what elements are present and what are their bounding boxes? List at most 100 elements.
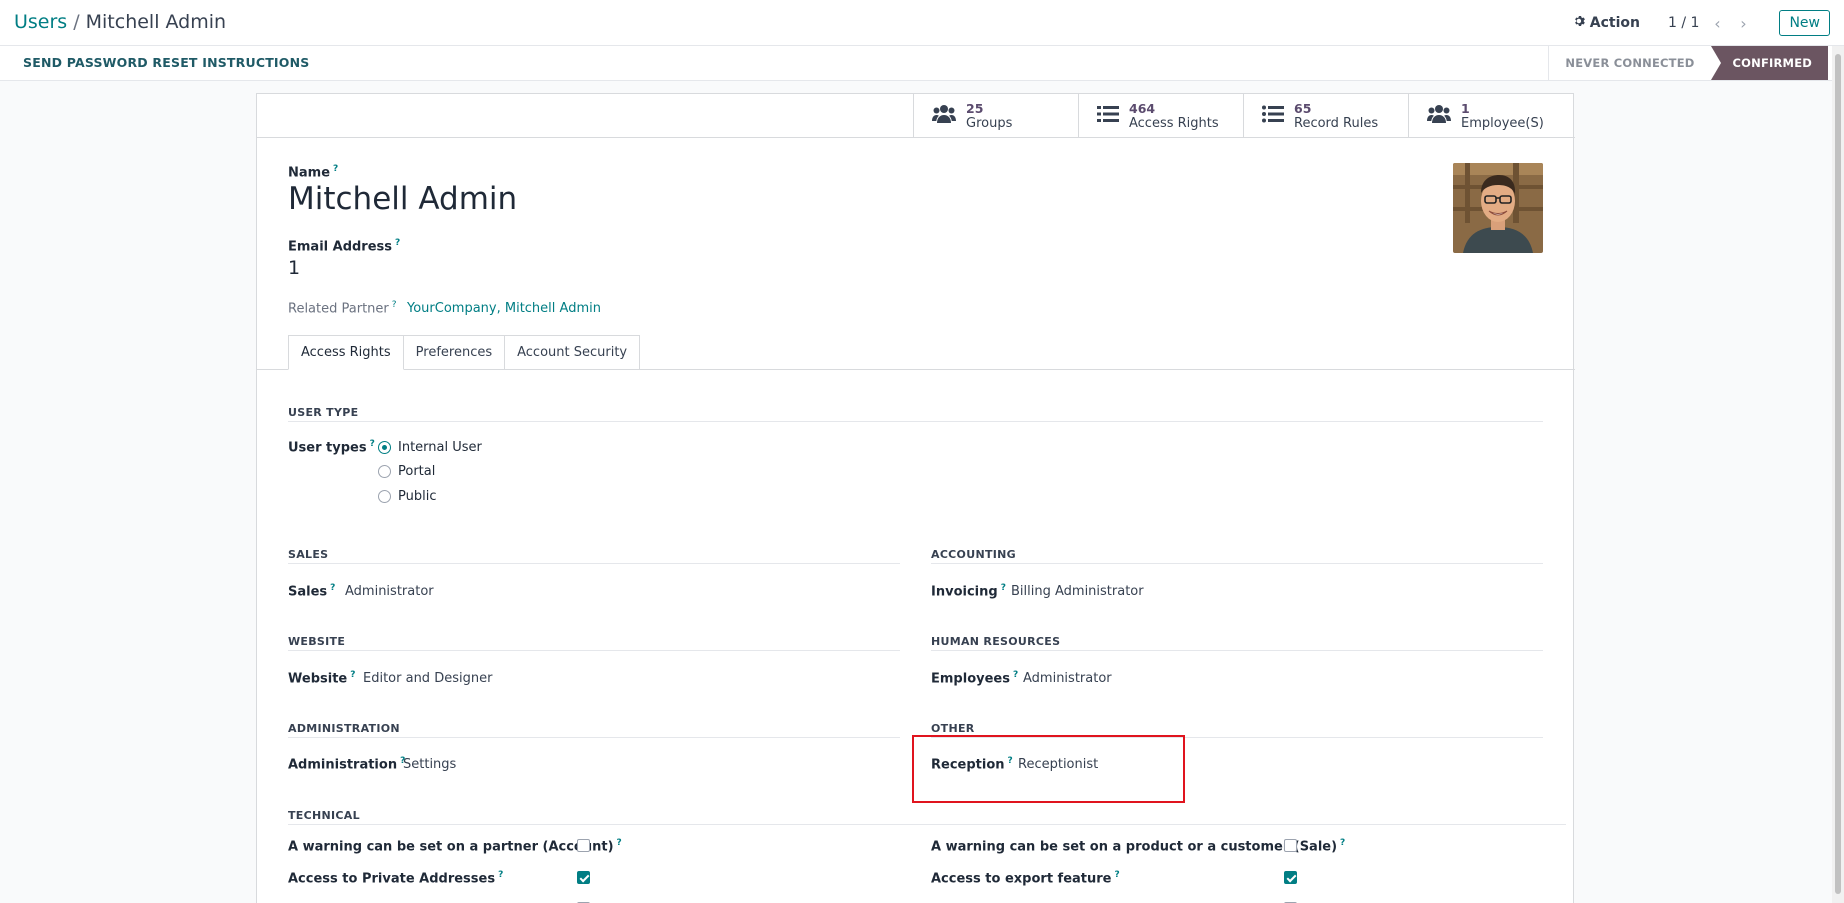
website-section-title: WEBSITE — [288, 635, 346, 648]
website-select[interactable]: Editor and Designer — [363, 671, 492, 686]
help-icon[interactable]: ? — [395, 238, 400, 248]
export-feature-label-text: Access to export feature — [931, 871, 1112, 887]
groups-smart-button[interactable]: 25 Groups — [913, 94, 1078, 138]
employees-stat: 1 Employee(S) — [1461, 101, 1544, 131]
notebook-tabs: Access Rights Preferences Account Securi… — [288, 335, 641, 370]
website-divider — [288, 650, 900, 651]
related-partner-label-text: Related Partner — [288, 301, 389, 317]
record-rules-smart-button[interactable]: 65 Record Rules — [1243, 94, 1408, 138]
administration-section-title: ADMINISTRATION — [288, 722, 400, 735]
employees-count: 1 — [1461, 101, 1470, 116]
administration-label-text: Administration — [288, 757, 398, 773]
tab-access-rights[interactable]: Access Rights — [288, 335, 404, 370]
related-partner-label: Related Partner? — [288, 300, 397, 316]
name-label: Name? — [288, 164, 338, 180]
control-panel: Users / Mitchell Admin Action 1 / 1 ‹ › Ne… — [0, 0, 1844, 46]
access-rights-smart-button[interactable]: 464 Access Rights — [1078, 94, 1243, 138]
user-type-section-title: USER TYPE — [288, 406, 359, 419]
new-button[interactable]: New — [1779, 10, 1830, 36]
help-icon[interactable]: ? — [1001, 583, 1006, 593]
private-addresses-checkbox[interactable] — [577, 871, 590, 884]
invoicing-select[interactable]: Billing Administrator — [1011, 584, 1144, 599]
export-feature-checkbox[interactable] — [1284, 871, 1297, 884]
partner-warning-label-text: A warning can be set on a partner (Accou… — [288, 839, 614, 855]
radio-internal-user[interactable]: Internal User — [378, 440, 482, 455]
help-icon[interactable]: ? — [498, 870, 503, 880]
radio-public-label: Public — [398, 489, 437, 504]
users-icon — [932, 104, 956, 128]
smart-button-box: 25 Groups 464 Access Rights 65 Record Ru… — [913, 94, 1573, 138]
help-icon[interactable]: ? — [370, 439, 375, 449]
administration-divider — [288, 737, 900, 738]
related-partner-link[interactable]: YourCompany, Mitchell Admin — [407, 301, 601, 316]
radio-portal[interactable]: Portal — [378, 464, 435, 479]
access-rights-stat: 464 Access Rights — [1129, 101, 1219, 131]
employees-select[interactable]: Administrator — [1023, 671, 1112, 686]
help-icon[interactable]: ? — [330, 583, 335, 593]
stage-confirmed[interactable]: CONFIRMED — [1710, 46, 1828, 80]
page-scrollbar[interactable] — [1832, 46, 1844, 903]
pager-previous-icon[interactable]: ‹ — [1709, 14, 1725, 33]
scrollbar-thumb[interactable] — [1835, 54, 1841, 894]
radio-button[interactable] — [378, 465, 391, 478]
sales-label-text: Sales — [288, 584, 328, 600]
partner-warning-label: A warning can be set on a partner (Accou… — [288, 838, 622, 854]
groups-stat: 25 Groups — [966, 101, 1012, 131]
top-actions: Action 1 / 1 ‹ › New — [1574, 9, 1830, 37]
sales-select[interactable]: Administrator — [345, 584, 434, 599]
help-icon[interactable]: ? — [617, 838, 622, 848]
product-warning-checkbox[interactable] — [1284, 839, 1297, 852]
invoicing-label-text: Invoicing — [931, 584, 998, 600]
other-section-title: OTHER — [931, 722, 975, 735]
administration-label: Administration? — [288, 756, 405, 772]
record-rules-stat: 65 Record Rules — [1294, 101, 1378, 131]
user-types-label-text: User types — [288, 440, 367, 456]
help-icon[interactable]: ? — [1013, 670, 1018, 680]
list-icon — [1097, 105, 1119, 127]
email-label-text: Email Address — [288, 239, 393, 255]
employees-label-text: Employees — [931, 671, 1010, 687]
email-field[interactable]: 1 — [288, 257, 300, 279]
avatar[interactable] — [1453, 163, 1543, 253]
employees-label: Employee(S) — [1461, 116, 1544, 131]
radio-button[interactable] — [378, 490, 391, 503]
pager-next-icon[interactable]: › — [1735, 14, 1751, 33]
technical-section-title: TECHNICAL — [288, 809, 360, 822]
help-icon[interactable]: ? — [1115, 870, 1120, 880]
tab-preferences[interactable]: Preferences — [402, 335, 506, 369]
hr-divider — [931, 650, 1543, 651]
tab-account-security[interactable]: Account Security — [504, 335, 641, 369]
name-field[interactable]: Mitchell Admin — [288, 181, 517, 217]
radio-button[interactable] — [378, 441, 391, 454]
breadcrumb-users-link[interactable]: Users — [14, 11, 67, 33]
groups-count: 25 — [966, 101, 984, 116]
radio-internal-user-label: Internal User — [398, 440, 482, 455]
email-label: Email Address? — [288, 238, 400, 254]
accounting-divider — [931, 563, 1543, 564]
employees-smart-button[interactable]: 1 Employee(S) — [1408, 94, 1573, 138]
breadcrumb-separator: / — [73, 11, 80, 33]
action-button[interactable]: Action — [1574, 15, 1640, 31]
website-label-text: Website — [288, 671, 348, 687]
employees-label: Employees? — [931, 670, 1018, 686]
tab-divider — [257, 369, 1575, 370]
administration-select[interactable]: Settings — [403, 757, 456, 772]
private-addresses-label: Access to Private Addresses? — [288, 870, 503, 886]
breadcrumb: Users / Mitchell Admin — [14, 11, 226, 33]
private-addresses-label-text: Access to Private Addresses — [288, 871, 496, 887]
stage-never-connected[interactable]: NEVER CONNECTED — [1548, 46, 1710, 80]
gear-icon — [1574, 15, 1586, 31]
partner-warning-checkbox[interactable] — [577, 839, 590, 852]
radio-public[interactable]: Public — [378, 489, 436, 504]
help-icon[interactable]: ? — [350, 670, 355, 680]
help-icon[interactable]: ? — [392, 300, 397, 310]
users-icon — [1427, 104, 1451, 128]
record-rules-label: Record Rules — [1294, 116, 1379, 131]
help-icon[interactable]: ? — [1340, 838, 1345, 848]
list-ul-icon — [1262, 105, 1284, 127]
help-icon[interactable]: ? — [333, 164, 338, 174]
sales-label: Sales? — [288, 583, 335, 599]
send-password-reset-button[interactable]: SEND PASSWORD RESET INSTRUCTIONS — [23, 55, 309, 70]
pager-value[interactable]: 1 / 1 — [1668, 15, 1699, 31]
breadcrumb-current: Mitchell Admin — [85, 11, 227, 33]
